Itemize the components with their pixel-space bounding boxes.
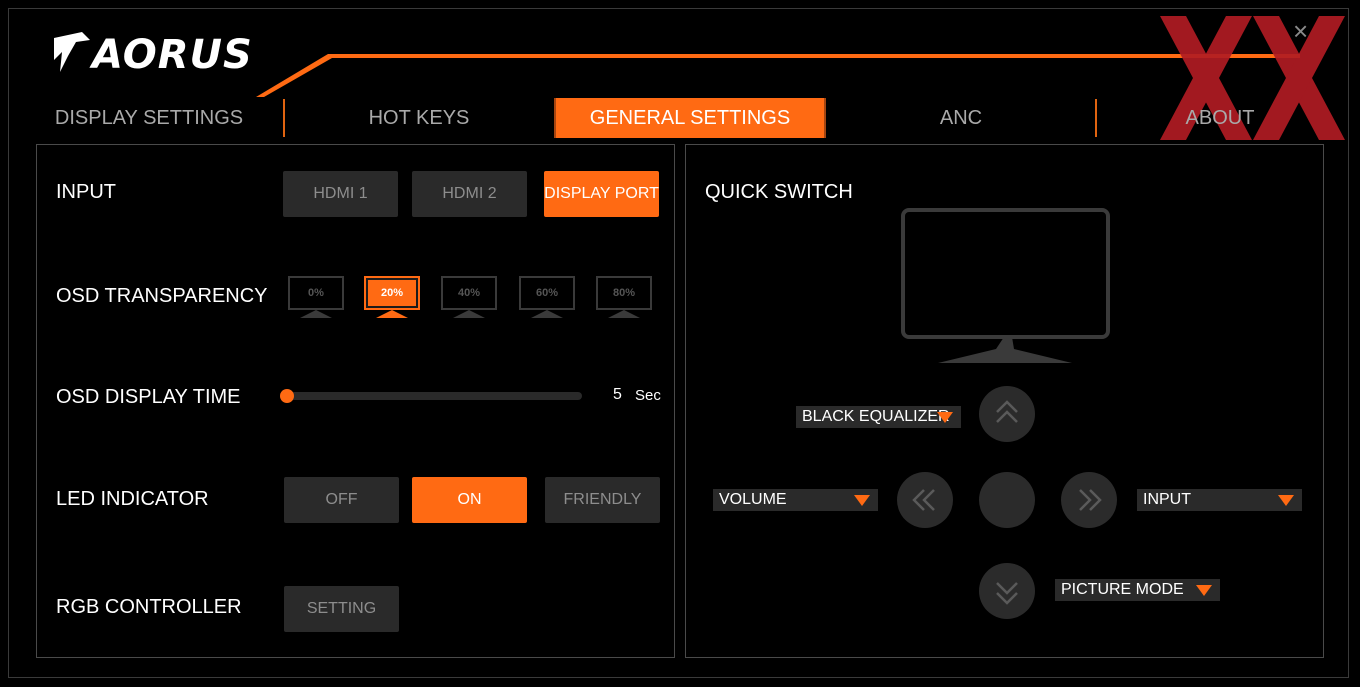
aorus-logo: AORUS xyxy=(52,28,253,78)
up-arrow-button[interactable] xyxy=(979,386,1035,442)
transparency-40-value: 40% xyxy=(441,276,497,310)
down-arrow-button[interactable] xyxy=(979,563,1035,619)
quick-switch-left-dropdown[interactable]: VOLUME xyxy=(713,489,878,511)
led-indicator-label: LED INDICATOR xyxy=(56,488,209,510)
monitor-stand-icon xyxy=(608,310,640,318)
dropdown-arrow-icon xyxy=(1278,495,1294,506)
transparency-0-option[interactable]: 0% xyxy=(288,276,346,320)
transparency-20-value: 20% xyxy=(364,276,420,310)
quick-switch-left-value: VOLUME xyxy=(719,491,787,508)
aorus-falcon-icon xyxy=(54,32,90,72)
transparency-60-option[interactable]: 60% xyxy=(519,276,577,320)
osd-display-time-unit: Sec xyxy=(635,387,661,404)
transparency-80-option[interactable]: 80% xyxy=(596,276,654,320)
input-hdmi2-button[interactable]: HDMI 2 xyxy=(412,171,527,217)
tab-general-settings[interactable]: GENERAL SETTINGS xyxy=(554,98,826,138)
logo-text: AORUS xyxy=(92,32,253,78)
dropdown-arrow-icon xyxy=(854,495,870,506)
transparency-20-option[interactable]: 20% xyxy=(364,276,422,320)
tab-about[interactable]: ABOUT xyxy=(1120,98,1320,138)
double-chevron-down-icon xyxy=(996,582,1018,605)
tab-separator xyxy=(1095,99,1097,137)
double-chevron-up-icon xyxy=(996,400,1018,423)
tab-display-settings[interactable]: DISPLAY SETTINGS xyxy=(40,98,258,138)
transparency-80-value: 80% xyxy=(596,276,652,310)
quick-switch-right-value: INPUT xyxy=(1143,491,1191,508)
osd-display-time-label: OSD DISPLAY TIME xyxy=(56,386,241,408)
center-button[interactable] xyxy=(979,472,1035,528)
transparency-0-value: 0% xyxy=(288,276,344,310)
osd-display-time-slider[interactable] xyxy=(280,389,582,403)
double-chevron-left-icon xyxy=(912,489,935,511)
quick-switch-right-dropdown[interactable]: INPUT xyxy=(1137,489,1302,511)
input-displayport-button[interactable]: DISPLAY PORT xyxy=(544,171,659,217)
input-hdmi1-button[interactable]: HDMI 1 xyxy=(283,171,398,217)
transparency-40-option[interactable]: 40% xyxy=(441,276,499,320)
transparency-60-value: 60% xyxy=(519,276,575,310)
left-arrow-button[interactable] xyxy=(897,472,953,528)
led-on-button[interactable]: ON xyxy=(412,477,527,523)
osd-display-time-value: 5 xyxy=(613,386,622,403)
dropdown-arrow-icon xyxy=(937,412,953,423)
monitor-stand-icon xyxy=(531,310,563,318)
input-label: INPUT xyxy=(56,181,116,203)
rgb-setting-button[interactable]: SETTING xyxy=(284,586,399,632)
led-off-button[interactable]: OFF xyxy=(284,477,399,523)
osd-transparency-label: OSD TRANSPARENCY xyxy=(56,285,268,307)
led-friendly-button[interactable]: FRIENDLY xyxy=(545,477,660,523)
quick-switch-up-dropdown[interactable]: BLACK EQUALIZER xyxy=(796,406,961,428)
quick-switch-up-value: BLACK EQUALIZER xyxy=(802,408,950,425)
double-chevron-right-icon xyxy=(1079,489,1102,511)
slider-knob[interactable] xyxy=(280,389,294,403)
monitor-stand-icon xyxy=(453,310,485,318)
dropdown-arrow-icon xyxy=(1196,585,1212,596)
close-icon[interactable]: × xyxy=(1293,18,1308,44)
monitor-stand-icon xyxy=(376,310,408,318)
tab-anc[interactable]: ANC xyxy=(852,98,1070,138)
monitor-icon xyxy=(901,208,1110,363)
rgb-controller-label: RGB CONTROLLER xyxy=(56,596,242,618)
monitor-stand-icon xyxy=(300,310,332,318)
quick-switch-down-dropdown[interactable]: PICTURE MODE xyxy=(1055,579,1220,601)
tab-hot-keys[interactable]: HOT KEYS xyxy=(310,98,528,138)
quick-switch-down-value: PICTURE MODE xyxy=(1061,581,1184,598)
right-arrow-button[interactable] xyxy=(1061,472,1117,528)
tab-separator xyxy=(283,99,285,137)
quick-switch-title: QUICK SWITCH xyxy=(705,181,853,203)
